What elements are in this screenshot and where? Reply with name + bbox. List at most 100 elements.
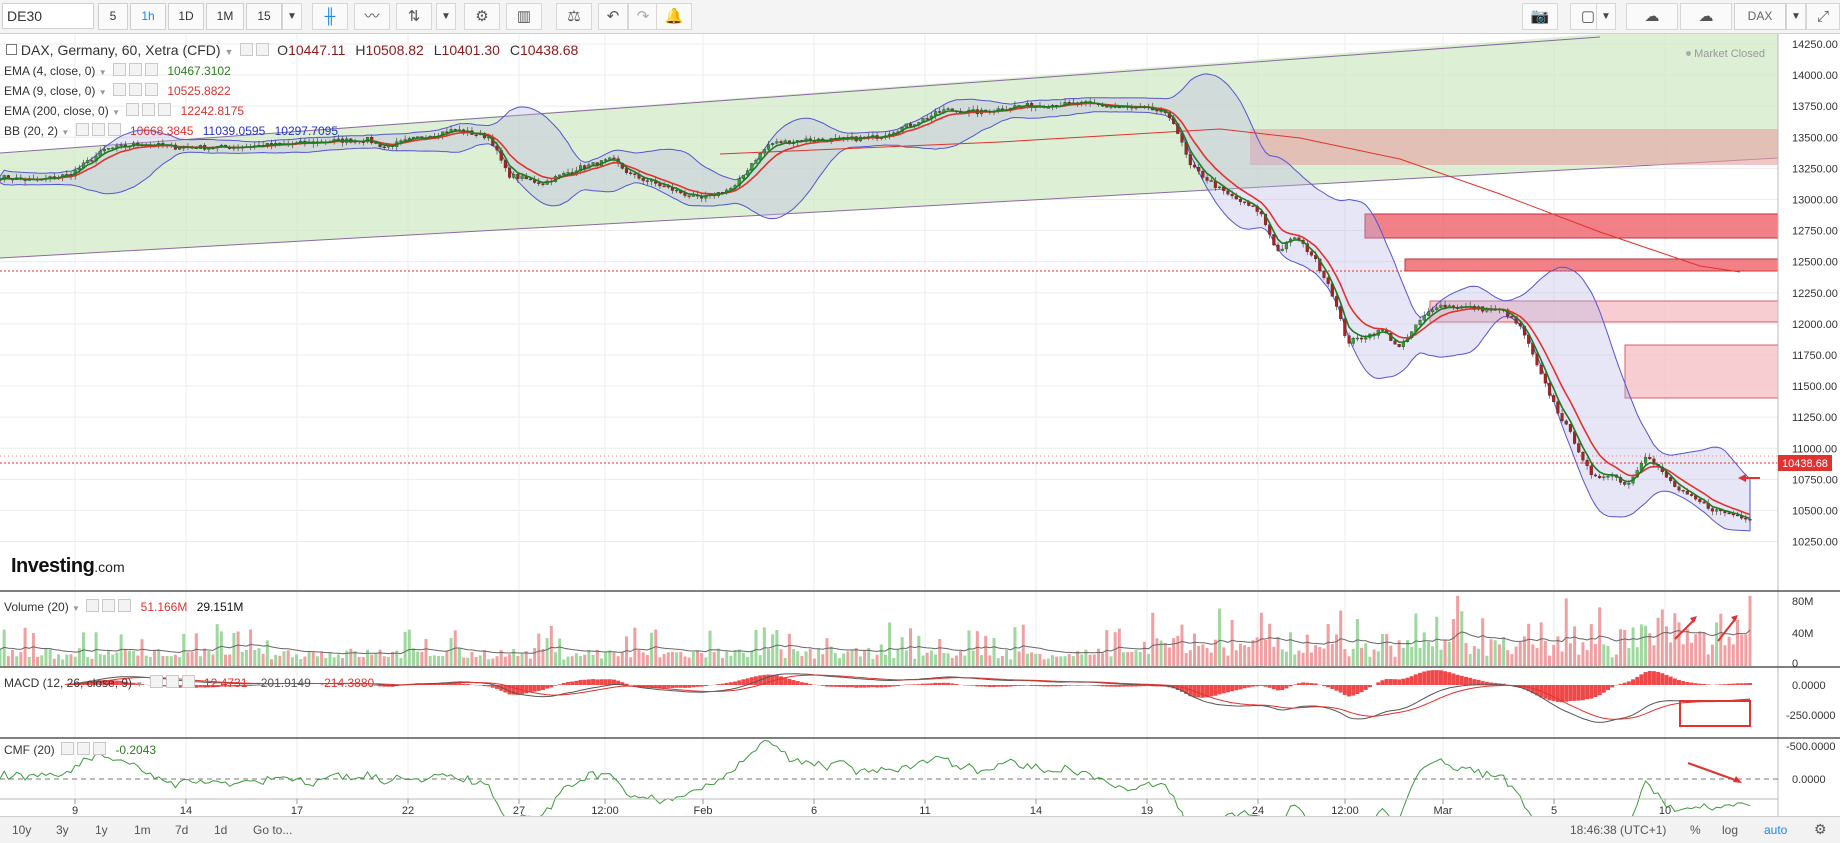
ema9-settings-icon[interactable] — [112, 83, 126, 96]
macd-remove-icon[interactable] — [181, 675, 195, 688]
cloud-load-icon[interactable]: ☁ — [1626, 3, 1678, 30]
bb-settings-icon[interactable] — [75, 123, 89, 136]
bb-dropdown-icon[interactable]: ▼ — [61, 128, 69, 137]
volume-settings-icon[interactable] — [86, 599, 100, 612]
candlestick-icon[interactable]: ╫ — [312, 3, 348, 30]
volume-bar — [579, 656, 583, 666]
macd-hist-bar — [1242, 685, 1247, 689]
bottom-gear-icon[interactable]: ⚙ — [1814, 821, 1827, 838]
ema9-hide-icon[interactable] — [128, 83, 142, 96]
goto-button[interactable]: Go to... — [253, 823, 292, 837]
ema9-remove-icon[interactable] — [144, 83, 158, 96]
macd-hist-bar — [1405, 677, 1410, 685]
log-toggle[interactable]: log — [1722, 823, 1738, 837]
volume-bar — [591, 654, 595, 666]
chart-area[interactable]: 14250.00 14000.00 13750.00 13500.00 13250.00… — [0, 34, 1840, 816]
volume-remove-icon[interactable] — [118, 599, 132, 612]
undo-icon[interactable]: ↶ — [598, 3, 628, 30]
macd-settings-icon[interactable] — [149, 675, 163, 688]
volume-bar — [370, 654, 374, 666]
candle-body — [1243, 201, 1247, 203]
candle-body — [1748, 519, 1752, 521]
symbol-search-input[interactable]: DE30 — [2, 3, 94, 29]
ema4-hide-icon[interactable] — [128, 63, 142, 76]
camera-icon[interactable]: 📷 — [1522, 3, 1558, 30]
legend-hide-icon[interactable] — [256, 43, 270, 56]
macd-hist-bar — [866, 685, 871, 688]
indicators-icon[interactable]: ▥ — [506, 3, 542, 30]
volume-bar — [153, 649, 157, 666]
bb-hide-icon[interactable] — [91, 123, 105, 136]
candle-body — [1230, 193, 1234, 197]
macd-hist-bar — [1113, 685, 1118, 687]
ema200-hide-icon[interactable] — [142, 103, 156, 116]
ema4-remove-icon[interactable] — [144, 63, 158, 76]
interval-1m-button[interactable]: 1M — [206, 3, 244, 30]
fullscreen-icon[interactable]: ⤢ — [1806, 3, 1840, 30]
interval-15-button[interactable]: 15 — [246, 3, 282, 30]
gear-icon[interactable]: ⚙ — [464, 3, 500, 30]
interval-dropdown-icon[interactable]: ▼ — [282, 3, 302, 30]
macd-hist-bar — [1309, 683, 1314, 685]
macd-hide-icon[interactable] — [165, 675, 179, 688]
ema200-remove-icon[interactable] — [158, 103, 172, 116]
index-dropdown-icon[interactable]: ▼ — [1786, 3, 1806, 30]
legend-settings-icon[interactable] — [240, 43, 254, 56]
range-3y-button[interactable]: 3y — [56, 823, 69, 837]
time-axis-label: 24 — [1252, 805, 1264, 816]
range-10y-button[interactable]: 10y — [12, 823, 31, 837]
ema200-dropdown-icon[interactable]: ▼ — [112, 108, 120, 117]
redo-icon[interactable]: ↷ — [628, 3, 658, 30]
layout-dropdown-icon[interactable]: ▼ — [1596, 3, 1616, 30]
volume-bar — [1527, 623, 1531, 666]
ema4-dropdown-icon[interactable]: ▼ — [99, 68, 107, 77]
interval-1h-button[interactable]: 1h — [130, 3, 166, 30]
index-select[interactable]: DAX — [1734, 3, 1786, 30]
volume-hide-icon[interactable] — [102, 599, 116, 612]
bb-remove-icon[interactable] — [107, 123, 121, 136]
volume-bar — [716, 648, 720, 666]
volume-bar — [449, 637, 453, 666]
volume-bar — [1238, 643, 1242, 666]
title-dropdown-icon[interactable]: ▼ — [224, 47, 233, 57]
volume-bar — [1147, 653, 1151, 666]
auto-toggle[interactable]: auto — [1764, 823, 1787, 837]
drawing-dropdown-icon[interactable]: ▼ — [436, 3, 456, 30]
macd-legend: MACD (12, 26, close, 9) ▼ 12.4731 -201.9… — [4, 675, 374, 690]
interval-5-button[interactable]: 5 — [98, 3, 128, 30]
volume-bar — [1155, 638, 1159, 666]
ema9-dropdown-icon[interactable]: ▼ — [99, 88, 107, 97]
macd-hist-bar — [1702, 683, 1707, 685]
volume-bar — [1105, 630, 1109, 666]
alert-icon[interactable]: 🔔 — [656, 3, 692, 30]
volume-bar — [1577, 654, 1581, 666]
range-1m-button[interactable]: 1m — [134, 823, 151, 837]
candle-body — [1439, 304, 1443, 308]
interval-1d-button[interactable]: 1D — [168, 3, 204, 30]
range-1y-button[interactable]: 1y — [95, 823, 108, 837]
collapse-icon[interactable] — [6, 44, 17, 55]
compare-icon[interactable]: ⚖ — [556, 3, 592, 30]
macd-hist-bar — [662, 685, 667, 689]
macd-dropdown-icon[interactable]: ▼ — [135, 680, 143, 689]
chart-svg[interactable]: 14250.00 14000.00 13750.00 13500.00 13250.00… — [0, 34, 1840, 816]
cmf-remove-icon[interactable] — [93, 742, 107, 755]
percent-toggle[interactable]: % — [1690, 823, 1701, 837]
line-chart-icon[interactable]: 〰 — [354, 3, 390, 30]
range-7d-button[interactable]: 7d — [175, 823, 188, 837]
volume-bar — [1397, 640, 1401, 666]
candle-body — [86, 160, 90, 164]
candle-body — [1205, 177, 1209, 181]
volume-dropdown-icon[interactable]: ▼ — [72, 604, 80, 613]
candle-body — [503, 160, 507, 169]
cmf-settings-icon[interactable] — [61, 742, 75, 755]
volume-bar — [1042, 659, 1046, 666]
ema4-settings-icon[interactable] — [112, 63, 126, 76]
cloud-save-icon[interactable]: ☁ — [1680, 3, 1732, 30]
ema200-settings-icon[interactable] — [126, 103, 140, 116]
range-1d-button[interactable]: 1d — [214, 823, 227, 837]
volume-bar — [691, 651, 695, 666]
drawing-tools-icon[interactable]: ⇅ — [396, 3, 432, 30]
volume-bar — [766, 649, 770, 666]
cmf-hide-icon[interactable] — [77, 742, 91, 755]
